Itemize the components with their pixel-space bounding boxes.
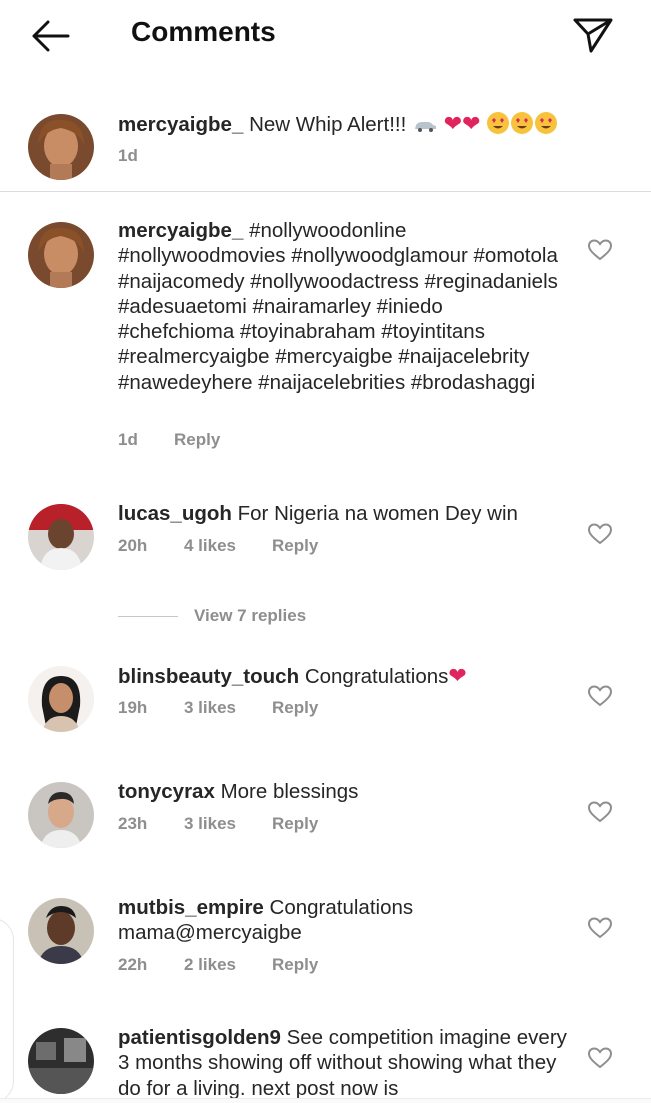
heart-eyes-emoji-icon <box>487 112 510 134</box>
comment-username[interactable]: blinsbeauty_touch <box>118 665 299 688</box>
comment-text: lucas_ugoh For Nigeria na women Dey win <box>118 501 568 526</box>
comment-time: 23h <box>118 814 148 833</box>
likes-count[interactable]: 3 likes <box>184 814 272 838</box>
avatar[interactable] <box>28 898 94 964</box>
post-caption: mercyaigbe_ New Whip Alert!!! ❤❤ 1d <box>0 98 651 192</box>
comment-meta: 1d Reply <box>118 430 220 454</box>
comment-time: 1d <box>118 430 138 449</box>
arrow-left-icon <box>32 20 70 52</box>
top-bar: Comments <box>0 0 651 72</box>
comment-meta: 20h 4 likes Reply <box>118 536 318 560</box>
heart-eyes-emoji-icon <box>535 112 558 134</box>
share-button[interactable] <box>568 12 618 58</box>
avatar[interactable] <box>28 504 94 570</box>
comment-text: patientisgolden9 See competition imagine… <box>118 1025 568 1098</box>
comment-text: mutbis_empire Congratulations mama@mercy… <box>118 895 568 946</box>
heart-icon[interactable] <box>587 238 613 262</box>
view-replies-button[interactable]: View 7 replies <box>118 604 306 628</box>
comment-body: More blessings <box>220 780 359 803</box>
comment-meta: 22h 2 likes Reply <box>118 955 318 979</box>
heart-icon[interactable] <box>587 684 613 708</box>
likes-count[interactable]: 4 likes <box>184 536 272 560</box>
comment-text: mercyaigbe_ #nollywoodonline #nollywoodm… <box>118 218 563 395</box>
comment-time: 19h <box>118 698 148 717</box>
comment-time: 20h <box>118 536 148 555</box>
heart-icon[interactable] <box>587 800 613 824</box>
comment-username[interactable]: patientisgolden9 <box>118 1026 281 1049</box>
comment-meta: 23h 3 likes Reply <box>118 814 318 838</box>
comment-username[interactable]: mercyaigbe_ <box>118 219 243 242</box>
avatar[interactable] <box>28 666 94 732</box>
caption-text: mercyaigbe_ New Whip Alert!!! ❤❤ <box>118 111 588 137</box>
reply-button[interactable]: Reply <box>272 536 318 560</box>
comment-username[interactable]: tonycyrax <box>118 780 215 803</box>
heart-eyes-emoji-icon <box>511 112 534 134</box>
page-title: Comments <box>131 16 276 47</box>
caption-time: 1d <box>118 146 138 165</box>
comment-text: blinsbeauty_touch Congratulations❤ <box>118 663 568 689</box>
heart-icon[interactable] <box>587 916 613 940</box>
red-heart-icon: ❤ <box>462 111 481 136</box>
comment-meta: 19h 3 likes Reply <box>118 698 318 722</box>
caption-meta: 1d <box>118 146 184 170</box>
heart-icon[interactable] <box>587 522 613 546</box>
comment-item: mercyaigbe_ #nollywoodonline #nollywoodm… <box>0 218 651 478</box>
car-emoji-icon <box>414 121 436 132</box>
avatar[interactable] <box>28 114 94 180</box>
likes-count[interactable]: 2 likes <box>184 955 272 979</box>
likes-count[interactable]: 3 likes <box>184 698 272 722</box>
comment-text: tonycyrax More blessings <box>118 779 568 804</box>
comment-item: lucas_ugoh For Nigeria na women Dey win … <box>0 500 651 590</box>
reply-button[interactable]: Reply <box>272 698 318 722</box>
avatar[interactable] <box>28 782 94 848</box>
reply-button[interactable]: Reply <box>272 955 318 979</box>
comment-body: #nollywoodonline #nollywoodmovies #nolly… <box>118 219 558 394</box>
caption-body: New Whip Alert!!! <box>249 113 407 136</box>
bottom-divider <box>0 1098 651 1103</box>
paper-plane-icon <box>573 18 613 53</box>
divider <box>118 615 178 617</box>
comment-item: mutbis_empire Congratulations mama@mercy… <box>0 894 651 1004</box>
reply-button[interactable]: Reply <box>272 814 318 838</box>
view-replies-label: View 7 replies <box>194 606 307 625</box>
comment-username[interactable]: mutbis_empire <box>118 896 264 919</box>
reply-button[interactable]: Reply <box>174 430 220 454</box>
red-heart-icon: ❤ <box>448 663 467 688</box>
comment-time: 22h <box>118 955 148 974</box>
comment-item: blinsbeauty_touch Congratulations❤ 19h 3… <box>0 662 651 752</box>
avatar[interactable] <box>28 222 94 288</box>
red-heart-icon: ❤ <box>443 111 463 136</box>
comment-body: For Nigeria na women Dey win <box>237 502 518 525</box>
comment-username[interactable]: lucas_ugoh <box>118 502 232 525</box>
comment-item: patientisgolden9 See competition imagine… <box>0 1024 651 1098</box>
edge-panel-handle[interactable] <box>0 918 14 1103</box>
comment-body: Congratulations <box>304 665 449 688</box>
comment-item: tonycyrax More blessings 23h 3 likes Rep… <box>0 778 651 868</box>
caption-username[interactable]: mercyaigbe_ <box>118 113 243 136</box>
back-button[interactable] <box>26 14 74 58</box>
avatar[interactable] <box>28 1028 94 1094</box>
heart-icon[interactable] <box>587 1046 613 1070</box>
